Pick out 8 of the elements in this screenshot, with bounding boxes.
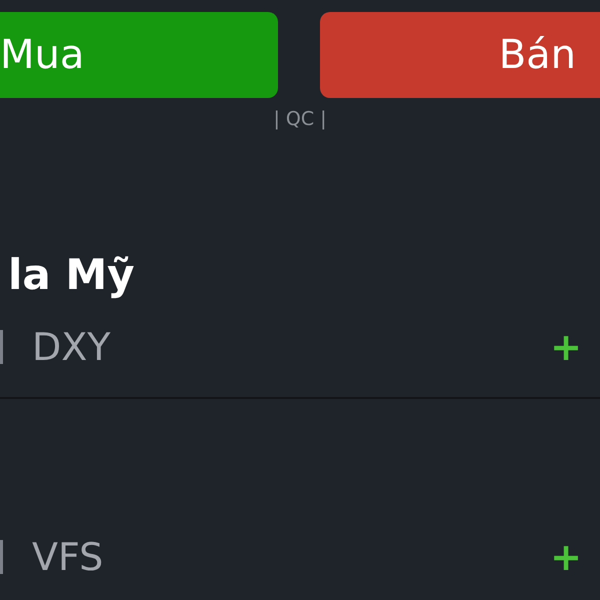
price-change: +: [550, 325, 582, 369]
buy-button[interactable]: Mua: [0, 12, 278, 98]
sell-button[interactable]: Bán: [320, 12, 600, 98]
ticker-symbol[interactable]: DXY: [32, 325, 111, 369]
section-title: la Mỹ: [8, 250, 135, 299]
ad-label: | QC |: [273, 108, 327, 130]
ticker-symbol[interactable]: VFS: [32, 535, 104, 579]
price-change: +: [550, 535, 582, 579]
